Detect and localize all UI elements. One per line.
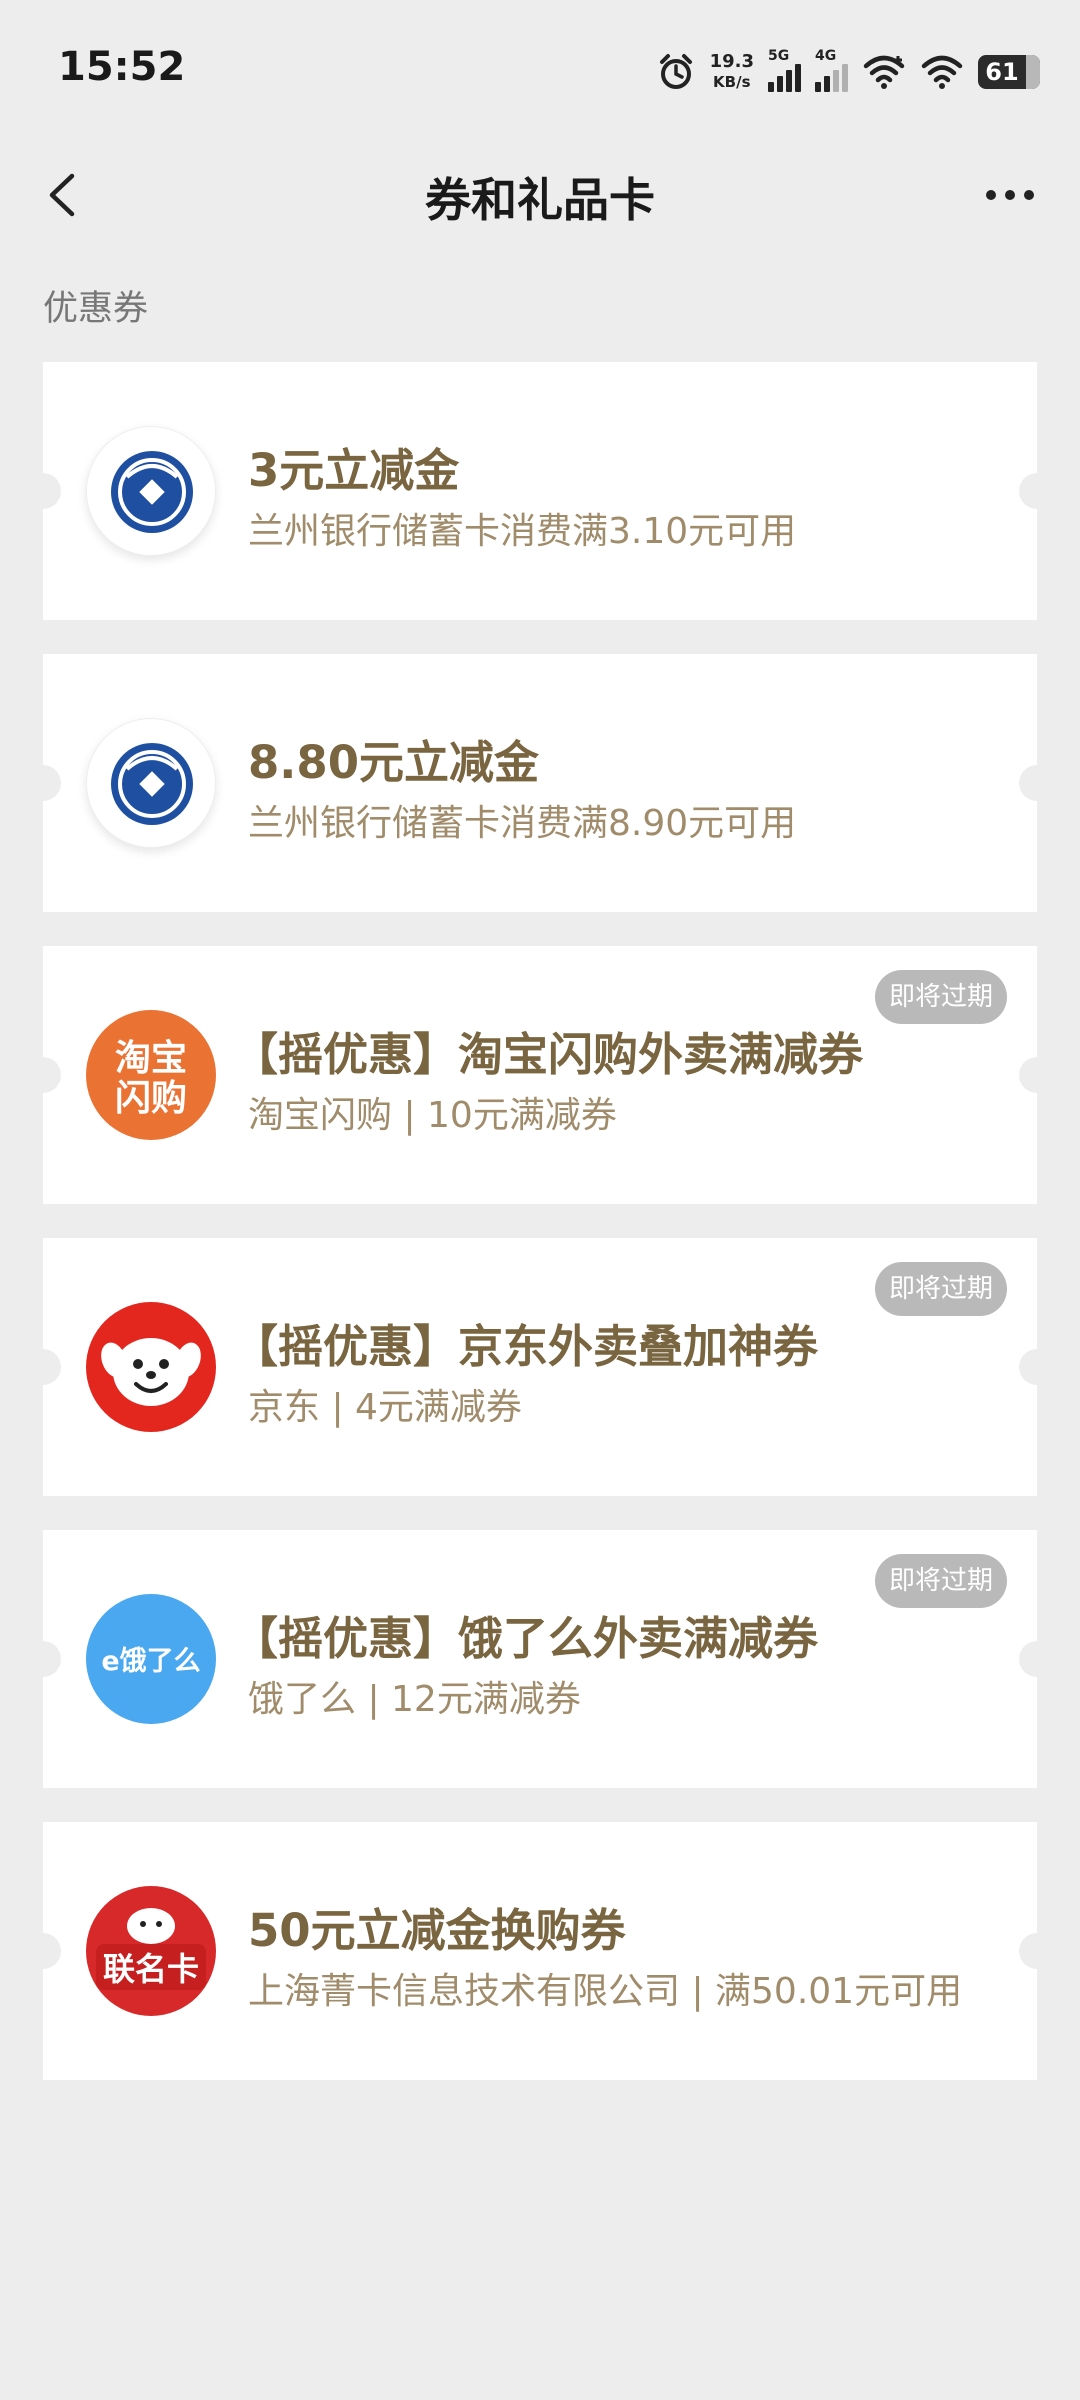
more-dot-icon <box>986 190 996 200</box>
wifi-icon-2 <box>921 55 963 89</box>
more-button[interactable] <box>970 160 1050 230</box>
card-notch <box>25 1349 61 1385</box>
bank-of-lanzhou-logo-icon <box>86 718 216 848</box>
union-card-logo-text: 联名卡 <box>103 1950 199 1988</box>
more-dot-icon <box>1005 190 1015 200</box>
expiring-badge: 即将过期 <box>874 1554 1007 1608</box>
jd-dog-logo-icon <box>86 1302 216 1432</box>
status-bar: 15:52 19.3 KB/s 5G 4G 61 <box>0 0 1080 140</box>
coupon-title: 【摇优惠】京东外卖叠加神券 <box>233 1320 819 1373</box>
signal-5g-icon: 5G <box>768 48 801 92</box>
coupon-title: 3元立减金 <box>248 444 460 497</box>
battery-level: 61 <box>985 58 1019 86</box>
coupon-card[interactable]: 3元立减金 兰州银行储蓄卡消费满3.10元可用 <box>25 362 1055 620</box>
coupon-subtitle: 上海菁卡信息技术有限公司 | 满50.01元可用 <box>248 1971 963 2012</box>
coupon-card[interactable]: 即将过期 【摇优惠】京东外卖叠加神券 京东 | 4元满减券 <box>25 1238 1055 1496</box>
status-time: 15:52 <box>58 44 186 90</box>
card-notch <box>1019 1057 1055 1093</box>
network-speed: 19.3 KB/s <box>710 52 754 92</box>
coupon-title: 【摇优惠】淘宝闪购外卖满减券 <box>233 1028 864 1081</box>
eleme-logo-text: 饿了么 <box>120 1646 201 1677</box>
coupon-title: 8.80元立减金 <box>248 736 540 789</box>
bank-of-lanzhou-logo-icon <box>86 426 216 556</box>
nav-bar: 券和礼品卡 <box>0 140 1080 250</box>
card-notch <box>25 1057 61 1093</box>
coupon-title: 50元立减金换购券 <box>248 1904 626 1957</box>
jd-union-card-logo-icon: 联名卡 <box>86 1886 216 2016</box>
alarm-icon <box>659 54 692 89</box>
card-notch <box>25 765 61 801</box>
coupon-subtitle: 饿了么 | 12元满减券 <box>248 1679 581 1720</box>
section-title: 优惠券 <box>43 289 149 329</box>
eleme-logo-e: e <box>101 1646 119 1677</box>
signal-4g-label: 4G <box>815 48 837 64</box>
card-notch <box>25 1933 61 1969</box>
coupon-card[interactable]: 8.80元立减金 兰州银行储蓄卡消费满8.90元可用 <box>25 654 1055 912</box>
taobao-logo-text-1: 淘宝 <box>115 1038 187 1079</box>
coupon-card[interactable]: 即将过期 e饿了么 【摇优惠】饿了么外卖满减券 饿了么 | 12元满减券 <box>25 1530 1055 1788</box>
coupon-subtitle: 兰州银行储蓄卡消费满3.10元可用 <box>248 511 797 552</box>
expiring-badge: 即将过期 <box>874 970 1007 1024</box>
card-notch <box>1019 1641 1055 1677</box>
signal-4g-icon: 4G <box>815 48 848 92</box>
coupon-title: 【摇优惠】饿了么外卖满减券 <box>233 1612 819 1665</box>
card-notch <box>25 1641 61 1677</box>
taobao-shangou-logo-icon: 淘宝 闪购 <box>86 1010 216 1140</box>
coupon-card[interactable]: 即将过期 淘宝 闪购 【摇优惠】淘宝闪购外卖满减券 淘宝闪购 | 10元满减券 <box>25 946 1055 1204</box>
svg-text:e饿了么: e饿了么 <box>101 1646 200 1677</box>
expiring-badge: 即将过期 <box>874 1262 1007 1316</box>
wifi-icon <box>863 55 905 89</box>
signal-5g-label: 5G <box>768 48 790 64</box>
page-title: 券和礼品卡 <box>425 173 655 227</box>
taobao-logo-text-2: 闪购 <box>115 1078 187 1119</box>
coupon-subtitle: 京东 | 4元满减券 <box>248 1387 522 1428</box>
eleme-logo-icon: e饿了么 <box>86 1594 216 1724</box>
card-notch <box>1019 1349 1055 1385</box>
more-dot-icon <box>1024 190 1034 200</box>
network-speed-value: 19.3 <box>709 51 754 72</box>
coupon-card[interactable]: 联名卡 50元立减金换购券 上海菁卡信息技术有限公司 | 满50.01元可用 <box>25 1822 1055 2080</box>
network-speed-unit: KB/s <box>713 73 751 91</box>
card-notch <box>1019 765 1055 801</box>
card-notch <box>25 473 61 509</box>
coupon-subtitle: 淘宝闪购 | 10元满减券 <box>248 1095 617 1136</box>
coupon-subtitle: 兰州银行储蓄卡消费满8.90元可用 <box>248 803 797 844</box>
card-notch <box>1019 1933 1055 1969</box>
status-icons: 19.3 KB/s 5G 4G 61 <box>656 48 1040 96</box>
battery-icon: 61 <box>978 55 1040 89</box>
card-notch <box>1019 473 1055 509</box>
